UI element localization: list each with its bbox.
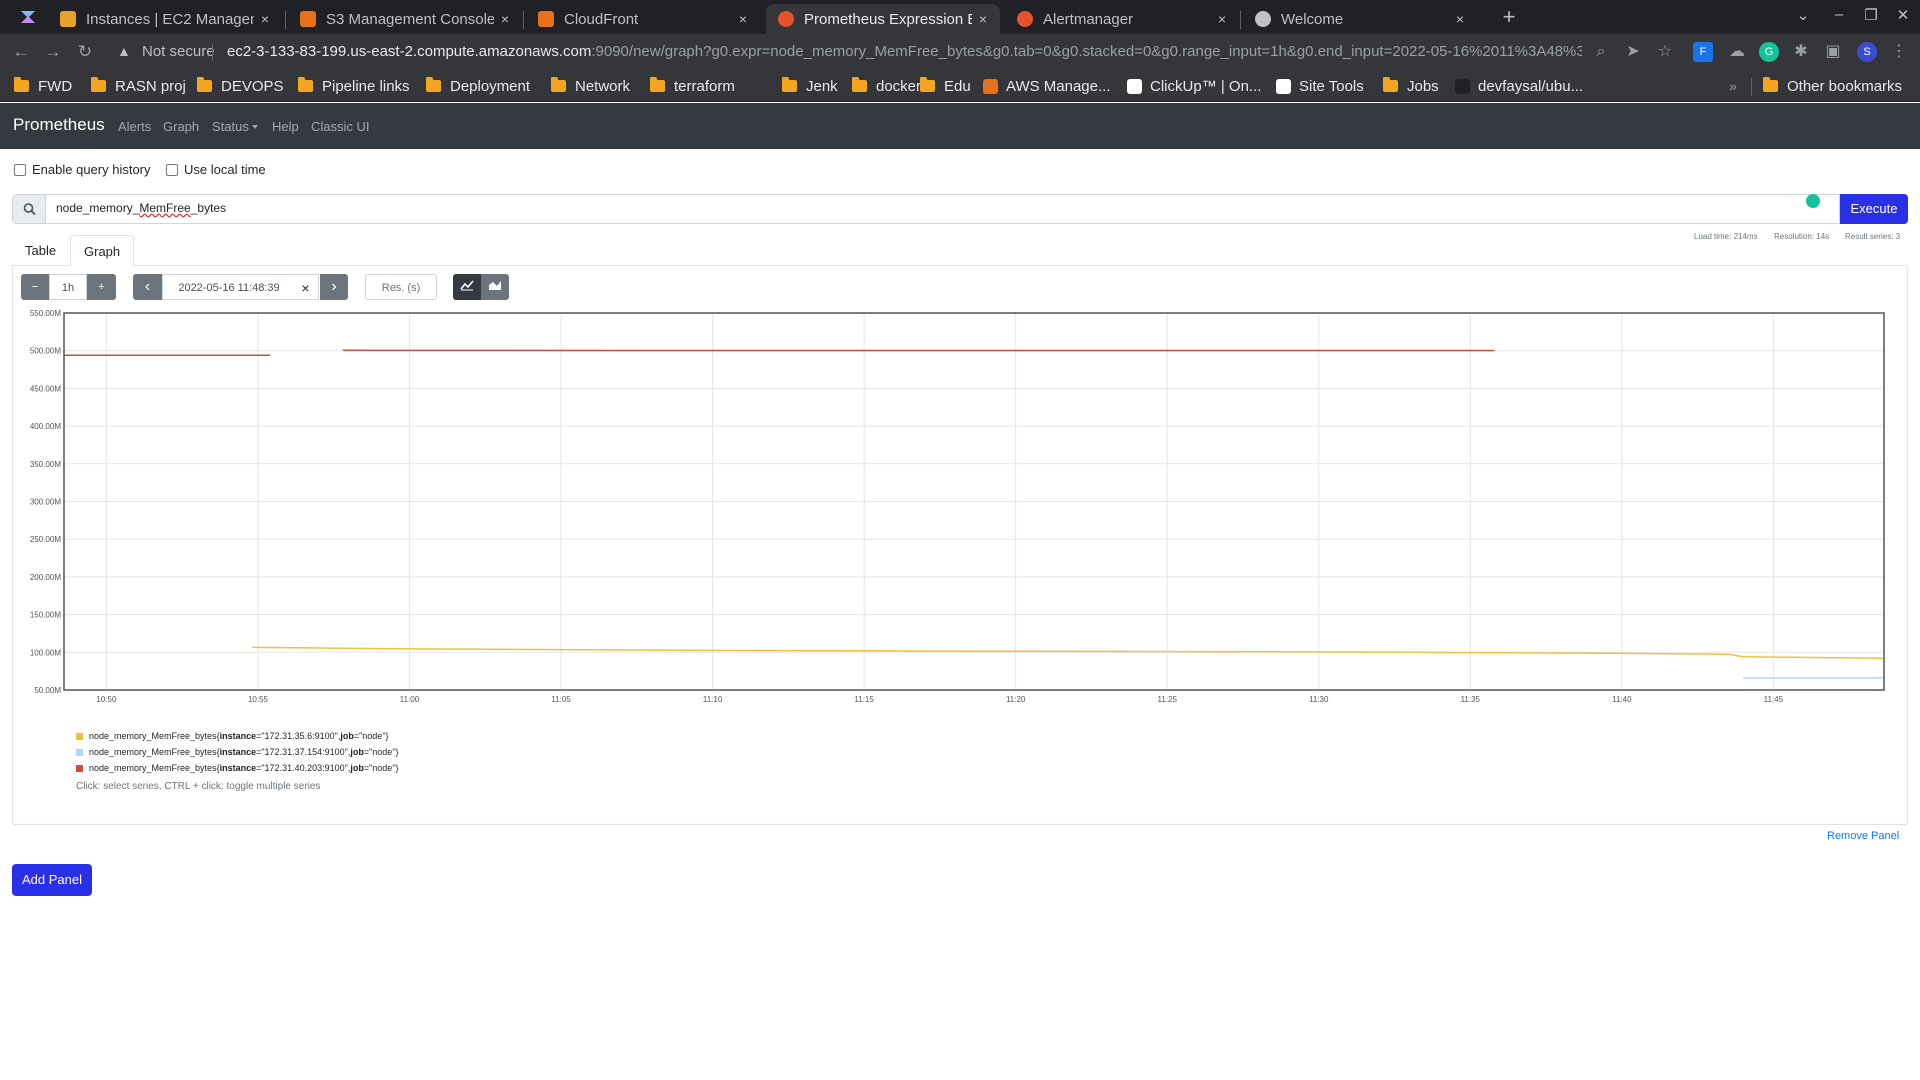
legend-instance: 172.31.35.6:9100 [264,731,335,741]
remove-panel-link[interactable]: Remove Panel [1827,830,1899,842]
legend-label-key: instance [219,747,257,757]
x-tick-label: 11:00 [400,695,420,704]
legend-metric: node_memory_MemFree_bytes [89,731,217,741]
y-tick-label: 50.00M [34,686,61,695]
x-tick-label: 11:25 [1157,695,1177,704]
legend-job: node [372,747,393,757]
x-tick-label: 11:40 [1612,695,1632,704]
legend-label-key: job [350,763,364,773]
legend-swatch [76,732,83,740]
legend-job: node [372,763,393,773]
legend-job: node [362,731,383,741]
legend-label-key: job [350,747,364,757]
legend-punct: =" [353,731,363,741]
legend-hint: Click: select series, CTRL + click: togg… [76,781,321,792]
y-tick-label: 450.00M [30,384,61,393]
legend-item[interactable]: node_memory_MemFree_bytes{instance =" 172.… [76,746,399,758]
legend-item[interactable]: node_memory_MemFree_bytes{instance =" 172.… [76,762,399,774]
y-tick-label: 100.00M [30,648,61,657]
y-tick-label: 300.00M [30,498,61,507]
legend-label-key: job [340,731,354,741]
x-tick-label: 11:20 [1006,695,1026,704]
y-tick-label: 150.00M [30,611,61,620]
legend-punct: =" [363,763,373,773]
y-tick-label: 400.00M [30,422,61,431]
legend-swatch [76,764,83,772]
legend-swatch [76,748,83,756]
legend-punct: =" [256,763,265,773]
x-tick-label: 10:55 [248,695,269,704]
add-panel-button[interactable]: Add Panel [12,864,92,896]
x-tick-label: 11:30 [1309,695,1329,704]
y-tick-label: 200.00M [30,573,61,582]
legend-metric: node_memory_MemFree_bytes [89,763,217,773]
x-tick-label: 11:45 [1764,695,1784,704]
y-tick-label: 500.00M [30,347,61,356]
legend-metric: node_memory_MemFree_bytes [89,747,217,757]
memory-graph[interactable]: 50.00M 100.00M 150.00M 200.00M 250.00M 300.00… [0,0,1920,800]
x-tick-label: 10:50 [96,695,117,704]
legend-punct: =" [256,731,265,741]
y-tick-label: 250.00M [30,535,61,544]
x-tick-label: 11:15 [854,695,874,704]
legend-punct: =" [256,747,265,757]
x-tick-label: 11:05 [551,695,571,704]
legend-item[interactable]: node_memory_MemFree_bytes{instance =" 172.… [76,730,389,742]
legend-punct: =" [363,747,373,757]
legend-label-key: instance [219,731,257,741]
legend-instance: 172.31.37.154:9100 [264,747,345,757]
x-tick-label: 11:10 [703,695,723,704]
y-tick-label: 550.00M [30,309,61,318]
legend-punct: "} [392,747,399,757]
legend-label-key: instance [219,763,257,773]
legend-instance: 172.31.40.203:9100 [264,763,345,773]
legend-punct: "} [392,763,399,773]
y-tick-label: 350.00M [30,460,61,469]
x-tick-label: 11:35 [1461,695,1481,704]
legend-punct: "} [382,731,389,741]
